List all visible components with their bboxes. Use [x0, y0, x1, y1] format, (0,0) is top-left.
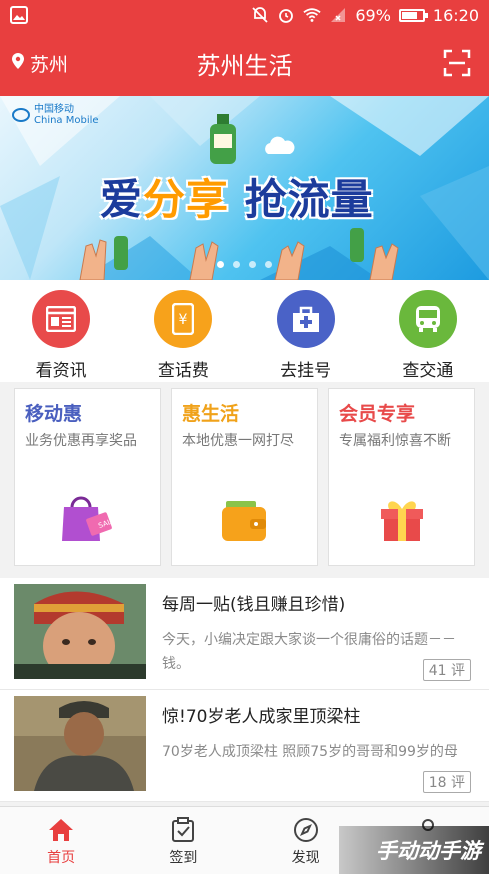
card-desc: 专属福利惊喜不断	[339, 433, 451, 449]
service-news[interactable]: 看资讯	[0, 280, 122, 382]
service-label: 看资讯	[35, 361, 87, 381]
banner-dot[interactable]	[249, 261, 256, 268]
gift-icon	[377, 495, 427, 547]
nav-label: 首页	[47, 850, 76, 866]
svg-text:¥: ¥	[179, 312, 188, 328]
hospital-icon	[276, 290, 335, 348]
service-traffic[interactable]: 查交通	[367, 280, 489, 382]
slogan-part-2: 分享	[143, 175, 230, 224]
article-thumbnail	[14, 696, 146, 791]
banner-dot[interactable]	[233, 261, 240, 268]
hands-illustration	[79, 228, 399, 280]
slogan-part-3: 抢流量	[244, 175, 374, 224]
nav-home[interactable]: 首页	[0, 807, 122, 874]
service-hospital[interactable]: 去挂号	[245, 280, 367, 382]
logo-cn: 中国移动	[34, 104, 74, 115]
mute-icon	[251, 6, 269, 24]
logo-en: China Mobile	[34, 115, 99, 126]
china-mobile-logo-mark	[12, 108, 30, 122]
card-title: 移动惠	[25, 403, 83, 425]
battery-icon	[398, 8, 428, 22]
service-phone-bill[interactable]: ¥ 查话费	[122, 280, 244, 382]
service-label: 查交通	[402, 361, 454, 381]
battery-percent: 69%	[355, 5, 391, 25]
location-label: 苏州	[30, 53, 69, 76]
bottom-nav: 首页 签到 发现 手动动手游	[0, 806, 489, 874]
checkin-icon	[170, 817, 196, 843]
wifi-icon	[303, 6, 321, 24]
home-icon	[48, 817, 74, 843]
phone-bill-icon: ¥	[154, 290, 213, 348]
china-mobile-logo: 中国移动 China Mobile	[12, 104, 99, 126]
card-title: 会员专享	[339, 403, 416, 425]
article-title: 惊!70岁老人成家里顶梁柱	[162, 707, 361, 727]
article-thumbnail	[14, 584, 146, 679]
news-icon	[32, 290, 91, 348]
location-pin-icon	[12, 52, 24, 74]
cloud-icon	[265, 136, 295, 154]
card-life-benefits[interactable]: 惠生活 本地优惠一网打尽	[171, 388, 318, 566]
signal-icon	[329, 6, 347, 24]
shopping-bag-icon: SALE	[58, 493, 118, 547]
nav-label: 签到	[169, 850, 198, 866]
nav-checkin[interactable]: 签到	[122, 807, 244, 874]
list-item[interactable]: 惊!70岁老人成家里顶梁柱 70岁老人成顶梁柱 照顾75岁的哥哥和99岁的母 1…	[0, 690, 489, 802]
nav-label: 发现	[291, 850, 320, 866]
banner-dot[interactable]	[265, 261, 272, 268]
card-mobile-benefits[interactable]: 移动惠 业务优惠再享奖品 SALE	[14, 388, 161, 566]
comment-count-badge: 41 评	[422, 659, 471, 681]
header: 苏州 苏州生活	[0, 30, 489, 96]
page-title: 苏州生活	[196, 51, 293, 80]
watermark-logo: 手动动手游	[339, 826, 489, 874]
card-member-exclusive[interactable]: 会员专享 专属福利惊喜不断	[328, 388, 475, 566]
promo-cards: 移动惠 业务优惠再享奖品 SALE 惠生活 本地优惠一网打尽 会员专享 专属福利…	[0, 382, 489, 572]
card-desc: 业务优惠再享奖品	[25, 433, 137, 449]
article-list: 每周一贴(钱且赚且珍惜) 今天，小编决定跟大家谈一个很庸俗的话题－－钱。 41 …	[0, 578, 489, 802]
service-label: 查话费	[157, 361, 209, 381]
status-bar: 69% 16:20	[0, 0, 489, 30]
list-item[interactable]: 每周一贴(钱且赚且珍惜) 今天，小编决定跟大家谈一个很庸俗的话题－－钱。 41 …	[0, 578, 489, 690]
compass-icon	[293, 817, 319, 843]
alarm-icon	[277, 6, 295, 24]
promo-banner[interactable]: 中国移动 China Mobile 爱分享 抢流量	[0, 96, 489, 280]
scan-icon[interactable]	[443, 49, 471, 77]
banner-dot[interactable]	[217, 261, 224, 268]
location-selector[interactable]: 苏州	[12, 50, 68, 77]
bottle-icon	[210, 114, 236, 164]
service-label: 去挂号	[280, 361, 332, 381]
wallet-icon	[220, 499, 270, 547]
gallery-notification-icon	[10, 6, 28, 24]
card-desc: 本地优惠一网打尽	[182, 433, 294, 449]
app-header-bar: 69% 16:20 苏州 苏州生活	[0, 0, 489, 96]
article-title: 每周一贴(钱且赚且珍惜)	[162, 595, 346, 615]
quick-services: 看资讯 ¥ 查话费 去挂号 查交通	[0, 280, 489, 382]
banner-slogan: 爱分享 抢流量	[100, 166, 374, 227]
article-desc: 70岁老人成顶梁柱 照顾75岁的哥哥和99岁的母	[162, 744, 458, 760]
bus-icon	[398, 290, 457, 348]
card-title: 惠生活	[182, 403, 240, 425]
comment-count-badge: 18 评	[422, 771, 471, 793]
clock: 16:20	[432, 5, 479, 25]
slogan-part-1: 爱	[100, 175, 144, 224]
banner-pagination	[0, 261, 489, 268]
